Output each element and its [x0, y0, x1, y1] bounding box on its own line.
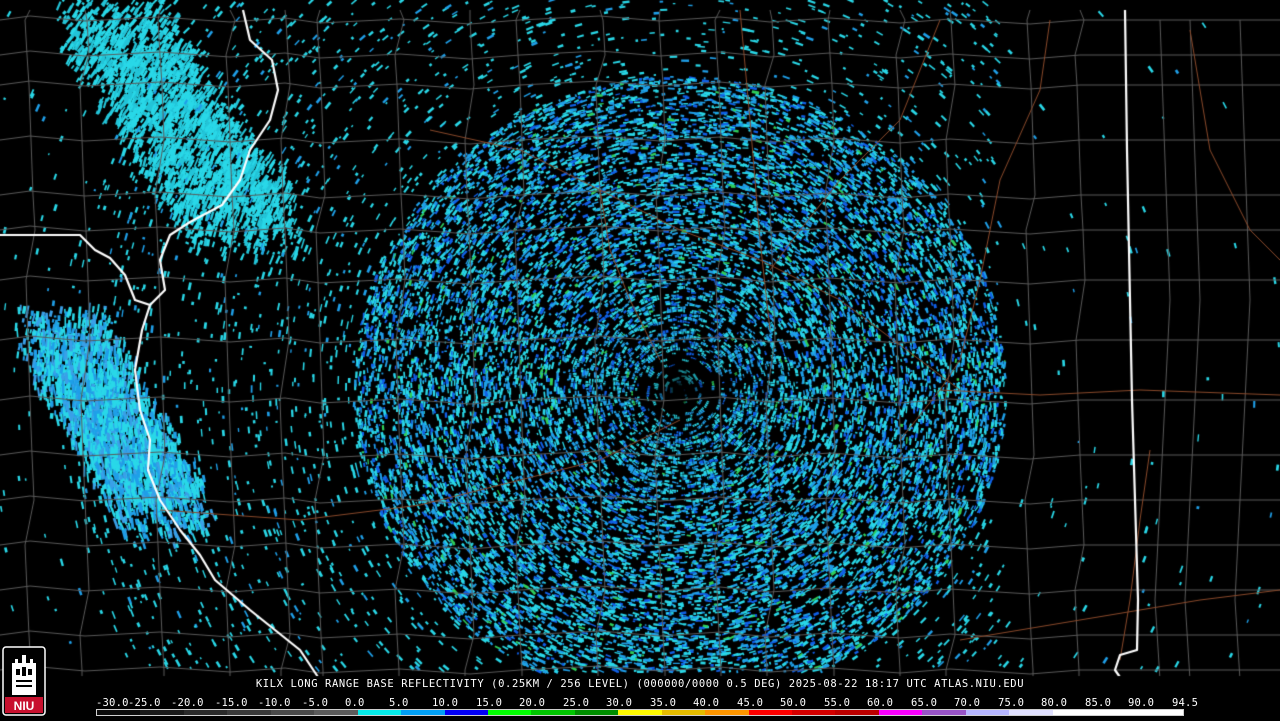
legend-label: 65.0	[911, 697, 938, 709]
legend-swatch	[357, 710, 402, 715]
legend-swatch	[748, 710, 792, 715]
legend-label: 35.0	[650, 697, 677, 709]
legend-swatch	[1009, 710, 1053, 715]
legend-swatch	[183, 710, 228, 715]
legend-label: -25.0	[128, 697, 161, 709]
legend-swatch	[97, 710, 141, 715]
legend-swatch	[705, 710, 749, 715]
legend-swatch	[531, 710, 575, 715]
legend-label: 55.0	[824, 697, 851, 709]
legend-swatch	[444, 710, 488, 715]
legend-label: 50.0	[780, 697, 807, 709]
legend-swatch	[1052, 710, 1097, 715]
legend-label: 20.0	[519, 697, 546, 709]
legend-labels: -30.0 -25.0 -20.0 -15.0 -10.0 -5.0 0.0 5.0 10.0 1…	[96, 697, 1199, 709]
legend-label: -15.0	[215, 697, 248, 709]
legend-label: 5.0	[389, 697, 409, 709]
legend-label: 94.5	[1172, 697, 1199, 709]
legend-label: -5.0	[302, 697, 329, 709]
legend-label: 10.0	[432, 697, 459, 709]
legend-label: 15.0	[476, 697, 503, 709]
legend-swatch	[574, 710, 619, 715]
legend-label: 80.0	[1041, 697, 1068, 709]
legend-label: 0.0	[345, 697, 365, 709]
legend-color-bar	[96, 709, 1184, 716]
product-caption: KILX LONG RANGE BASE REFLECTIVITY (0.25K…	[255, 678, 1025, 690]
legend-swatch	[618, 710, 662, 715]
svg-text:NIU: NIU	[14, 699, 35, 713]
legend-label: 90.0	[1128, 697, 1155, 709]
legend-swatch	[314, 710, 358, 715]
legend-label: -20.0	[171, 697, 204, 709]
legend-label: 85.0	[1085, 697, 1112, 709]
legend-swatch	[1096, 710, 1140, 715]
legend-label: 75.0	[998, 697, 1025, 709]
legend-swatch	[1139, 710, 1183, 715]
legend-swatch	[661, 710, 706, 715]
legend-swatch	[792, 710, 836, 715]
legend-swatch	[270, 710, 315, 715]
legend-swatch	[922, 710, 966, 715]
radar-reflectivity-map	[0, 0, 1280, 720]
legend-swatch	[965, 710, 1010, 715]
legend-label: 45.0	[737, 697, 764, 709]
legend-label: -30.0	[96, 697, 129, 709]
legend-label: -10.0	[258, 697, 291, 709]
legend-label: 70.0	[954, 697, 981, 709]
legend-label: 40.0	[693, 697, 720, 709]
legend-swatch	[227, 710, 271, 715]
legend-swatch	[878, 710, 923, 715]
legend-swatch	[835, 710, 879, 715]
legend-swatch	[487, 710, 532, 715]
legend-label: 25.0	[563, 697, 590, 709]
legend-label: 60.0	[867, 697, 894, 709]
legend-swatch	[401, 710, 445, 715]
legend-label: 30.0	[606, 697, 633, 709]
legend-swatch	[140, 710, 184, 715]
